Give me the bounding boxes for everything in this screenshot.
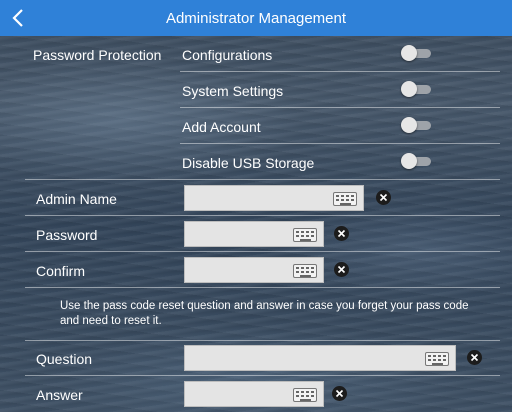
answer-clear-button[interactable] <box>332 386 347 401</box>
answer-label: Answer <box>36 387 83 403</box>
admin-name-label: Admin Name <box>36 191 117 207</box>
clear-icon <box>379 193 388 202</box>
divider <box>180 143 500 144</box>
question-label: Question <box>36 351 93 367</box>
divider <box>25 179 500 180</box>
divider <box>25 340 500 341</box>
clear-icon <box>335 389 344 398</box>
password-protection-label: Password Protection <box>33 47 162 63</box>
answer-input[interactable] <box>184 381 324 407</box>
admin-name-input[interactable] <box>184 185 364 211</box>
divider <box>25 251 500 252</box>
divider <box>180 71 500 72</box>
page-title: Administrator Management <box>165 9 347 27</box>
divider <box>180 107 500 108</box>
system-settings-toggle[interactable] <box>401 81 433 97</box>
keyboard-icon[interactable] <box>425 352 449 366</box>
add-account-toggle[interactable] <box>401 117 433 133</box>
disable-usb-storage-toggle[interactable] <box>401 153 433 169</box>
chevron-left-icon <box>12 9 23 27</box>
confirm-clear-button[interactable] <box>334 262 349 277</box>
password-clear-button[interactable] <box>334 226 349 241</box>
title-bar: Administrator Management <box>0 0 512 36</box>
configurations-label: Configurations <box>182 47 273 63</box>
disable-usb-storage-label: Disable USB Storage <box>182 155 315 171</box>
add-account-label: Add Account <box>182 119 261 135</box>
confirm-input[interactable] <box>184 257 324 283</box>
question-clear-button[interactable] <box>467 350 482 365</box>
back-button[interactable] <box>0 0 36 36</box>
confirm-label: Confirm <box>36 263 86 279</box>
reset-info-text: Use the pass code reset question and ans… <box>60 300 469 327</box>
clear-icon <box>470 353 479 362</box>
keyboard-icon[interactable] <box>293 388 317 402</box>
question-input[interactable] <box>184 345 456 371</box>
system-settings-label: System Settings <box>182 83 284 99</box>
clear-icon <box>337 265 346 274</box>
clear-icon <box>337 229 346 238</box>
divider <box>25 215 500 216</box>
configurations-toggle[interactable] <box>401 45 433 61</box>
admin-name-clear-button[interactable] <box>376 190 391 205</box>
password-label: Password <box>36 227 98 243</box>
keyboard-icon[interactable] <box>293 264 317 278</box>
password-input[interactable] <box>184 221 324 247</box>
keyboard-icon[interactable] <box>293 228 317 242</box>
keyboard-icon[interactable] <box>333 192 357 206</box>
divider <box>25 287 500 288</box>
divider <box>25 375 500 376</box>
